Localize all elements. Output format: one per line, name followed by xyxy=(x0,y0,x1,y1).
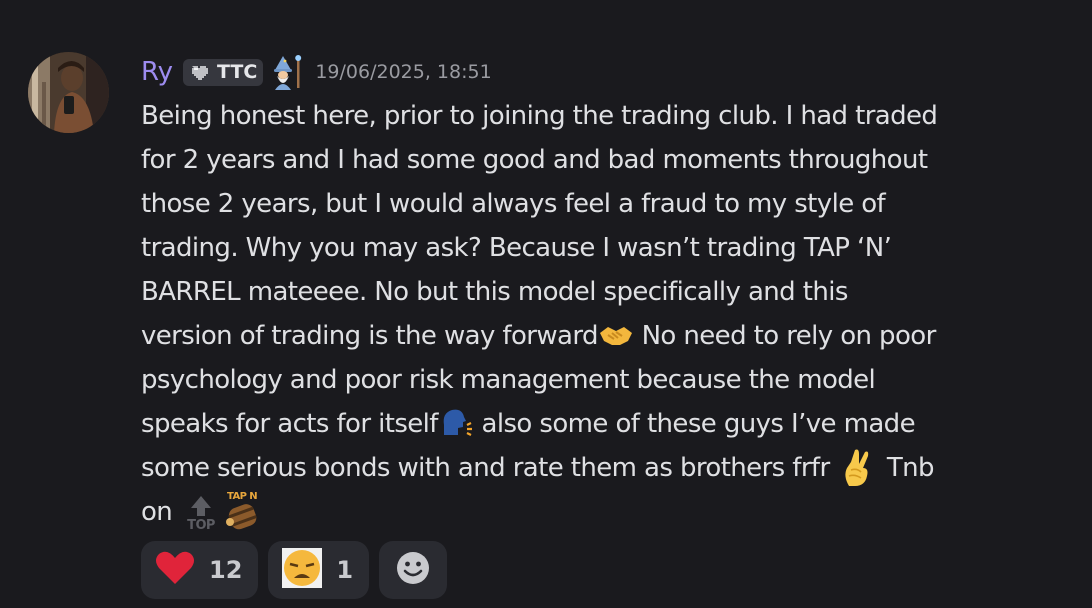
reaction-bar: 12 1 xyxy=(141,541,457,599)
message-line: trading. Why you may ask? Because I wasn… xyxy=(141,233,892,263)
message-text: No need to rely on poor xyxy=(633,321,937,351)
reaction-heart[interactable]: 12 xyxy=(141,541,259,599)
message-content: Being honest here, prior to joining the … xyxy=(141,94,1021,534)
wizard-icon xyxy=(271,54,307,90)
message-line: on TOP TAP N xyxy=(141,490,1021,534)
weary-face-icon xyxy=(282,548,323,592)
message-text: on xyxy=(141,497,180,527)
crossed-fingers-icon xyxy=(837,446,879,488)
role-tag-label: TTC xyxy=(217,61,258,83)
message-line: Being honest here, prior to joining the … xyxy=(141,101,938,131)
message-line: those 2 years, but I would always feel a… xyxy=(141,189,886,219)
message-text: Tnb xyxy=(879,453,935,483)
handshake-icon xyxy=(598,317,634,353)
message-text: speaks for acts for itself xyxy=(141,409,438,439)
message-line: some serious bonds with and rate them as… xyxy=(141,446,1021,490)
tap-barrel-icon: TAP N xyxy=(222,490,264,532)
smiley-icon xyxy=(396,551,430,589)
add-reaction-button[interactable] xyxy=(379,541,448,599)
message-text: also some of these guys I’ve made xyxy=(473,409,916,439)
message-line: for 2 years and I had some good and bad … xyxy=(141,145,928,175)
reaction-weary-face[interactable]: 1 xyxy=(268,541,370,599)
message-line: version of trading is the way forward No… xyxy=(141,314,1021,358)
message-text: some serious bonds with and rate them as… xyxy=(141,453,838,483)
top-arrow-icon: TOP xyxy=(180,490,222,533)
role-tag[interactable]: TTC xyxy=(183,58,264,86)
message-line: speaks for acts for itself also some of … xyxy=(141,402,1021,446)
message-line: psychology and poor risk management beca… xyxy=(141,365,876,395)
reaction-count: 1 xyxy=(336,556,354,584)
timestamp: 19/06/2025, 18:51 xyxy=(315,61,492,83)
message-header: Ry TTC 19/06/2025, 18:51 xyxy=(141,54,492,90)
user-avatar[interactable] xyxy=(28,52,109,133)
message-line: BARREL mateeee. No but this model specif… xyxy=(141,277,848,307)
top-label: TOP xyxy=(187,518,215,532)
pixel-heart-icon xyxy=(189,62,213,82)
tap-label: TAP N xyxy=(227,491,257,502)
message-text: version of trading is the way forward xyxy=(141,321,599,351)
username[interactable]: Ry xyxy=(141,57,173,87)
chat-message: Ry TTC 19/06/2025, 18:51 Being honest he… xyxy=(0,0,1092,608)
reaction-count: 12 xyxy=(209,556,243,584)
heart-icon xyxy=(155,550,195,590)
speaking-head-icon xyxy=(438,405,474,441)
